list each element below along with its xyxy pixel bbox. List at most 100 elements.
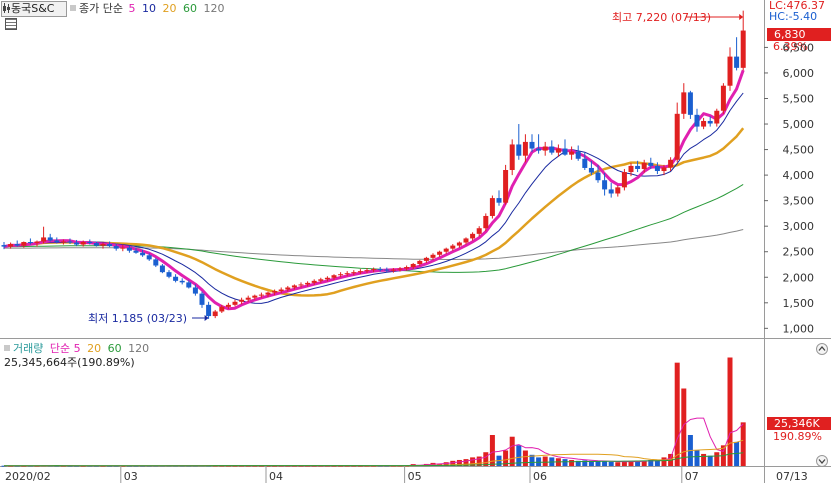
volume-bar bbox=[126, 465, 132, 467]
volume-bar bbox=[364, 465, 370, 467]
candle-body bbox=[714, 110, 720, 124]
stock-chart-window: 동국S&C 종가 단순 5 10 20 60 120 거래량 단순 5 20 6… bbox=[0, 0, 831, 483]
stock-name-box[interactable]: 동국S&C bbox=[1, 1, 67, 17]
volume-bar bbox=[404, 465, 410, 467]
candle-body bbox=[338, 274, 344, 276]
volume-bar bbox=[687, 435, 693, 466]
candle-body bbox=[80, 242, 86, 245]
volume-bar bbox=[298, 465, 304, 467]
volume-bar bbox=[417, 464, 423, 466]
candle-body bbox=[14, 244, 20, 246]
volume-bar bbox=[503, 450, 509, 466]
ma60-line bbox=[4, 183, 744, 273]
candle-body bbox=[595, 172, 601, 181]
ma60-label: 60 bbox=[182, 2, 197, 15]
price-tick-label: 4,500 bbox=[783, 144, 815, 157]
volume-bar bbox=[41, 465, 47, 467]
candle-body bbox=[470, 233, 476, 239]
candle-body bbox=[318, 279, 324, 281]
candle-body bbox=[463, 238, 469, 243]
candle-body bbox=[483, 215, 489, 229]
candle-body bbox=[364, 270, 370, 272]
volume-bar bbox=[707, 455, 713, 466]
scroll-down-icon[interactable] bbox=[816, 455, 828, 467]
candle-body bbox=[54, 240, 60, 243]
change-pct: 6.39% bbox=[773, 40, 808, 53]
candlestick-chart: 1,000 1,500 2,000 2,500 3,000 3,500 4,000 4,500… bbox=[0, 0, 831, 483]
ma5-label: 5 bbox=[128, 2, 136, 15]
hc-label: HC:-5.40 bbox=[769, 10, 818, 23]
volume-bar bbox=[628, 460, 634, 466]
grid-icon[interactable] bbox=[5, 18, 17, 30]
volume-bar bbox=[357, 465, 363, 467]
volume-bar bbox=[206, 465, 212, 467]
volume-ma60-line bbox=[4, 452, 744, 467]
candle-body bbox=[179, 280, 185, 283]
volume-bar bbox=[47, 465, 53, 467]
volume-bar bbox=[582, 460, 588, 466]
x-axis-label: 03 bbox=[124, 470, 138, 483]
volume-bar bbox=[727, 357, 733, 466]
volume-bar bbox=[219, 465, 225, 467]
scroll-up-icon[interactable] bbox=[816, 343, 828, 355]
volume-bar bbox=[212, 465, 218, 467]
candle-body bbox=[100, 244, 106, 246]
volume-bar bbox=[483, 452, 489, 466]
candle-body bbox=[582, 158, 588, 168]
candle-body bbox=[166, 272, 172, 277]
volume-bar bbox=[509, 436, 515, 466]
volume-bar bbox=[635, 461, 641, 466]
volume-bar bbox=[701, 453, 707, 466]
volume-bar bbox=[542, 456, 548, 466]
ma20-label: 20 bbox=[162, 2, 177, 15]
x-axis-label: 07 bbox=[685, 470, 699, 483]
volume-bar bbox=[318, 465, 324, 467]
volume-bar bbox=[100, 465, 106, 467]
candle-body bbox=[707, 120, 713, 124]
vol-ma60-label: 60 bbox=[107, 342, 122, 355]
volume-bar bbox=[173, 465, 179, 467]
volume-bar bbox=[476, 456, 482, 466]
volume-bar bbox=[186, 465, 192, 467]
volume-bar bbox=[291, 465, 297, 467]
candle-body bbox=[278, 289, 284, 292]
volume-bar bbox=[588, 460, 594, 466]
candle-body bbox=[443, 248, 449, 252]
candle-body bbox=[377, 269, 383, 271]
candle-body bbox=[674, 113, 680, 160]
candle-body bbox=[437, 251, 443, 255]
volume-legend[interactable]: 거래량 단순 5 20 60 120 bbox=[4, 342, 149, 355]
high-annotation: 최고 7,220 (07/13) bbox=[612, 11, 711, 24]
candle-body bbox=[615, 187, 621, 194]
candle-body bbox=[41, 237, 47, 242]
candle-body bbox=[199, 293, 205, 305]
volume-bar bbox=[569, 459, 575, 466]
volume-bar bbox=[377, 465, 383, 467]
volume-bar bbox=[384, 465, 390, 467]
candle-body bbox=[1, 245, 7, 247]
candle-body bbox=[67, 241, 73, 243]
low-annotation: 최저 1,185 (03/23) bbox=[88, 312, 187, 325]
volume-bar bbox=[159, 465, 165, 467]
candle-body bbox=[192, 287, 198, 294]
volume-value: 25,345,664주(190.89%) bbox=[4, 356, 135, 369]
volume-bar bbox=[720, 445, 726, 466]
candle-body bbox=[113, 246, 119, 249]
candle-body bbox=[120, 247, 126, 249]
stock-name: 동국S&C bbox=[11, 2, 55, 15]
volume-bar bbox=[714, 452, 720, 466]
high-arrowhead bbox=[739, 14, 744, 20]
volume-bar bbox=[8, 465, 14, 467]
candle-body bbox=[489, 198, 495, 216]
candle-body bbox=[159, 265, 165, 273]
candle-body bbox=[60, 241, 66, 243]
candle-body bbox=[74, 242, 80, 245]
volume-bar bbox=[621, 461, 627, 466]
ma-legend[interactable]: 종가 단순 5 10 20 60 120 bbox=[70, 2, 224, 15]
candle-body bbox=[390, 269, 396, 271]
volume-bar bbox=[258, 465, 264, 467]
candle-body bbox=[503, 170, 509, 203]
ma10-label: 10 bbox=[141, 2, 156, 15]
candle-body bbox=[126, 247, 132, 251]
candle-body bbox=[239, 299, 245, 302]
